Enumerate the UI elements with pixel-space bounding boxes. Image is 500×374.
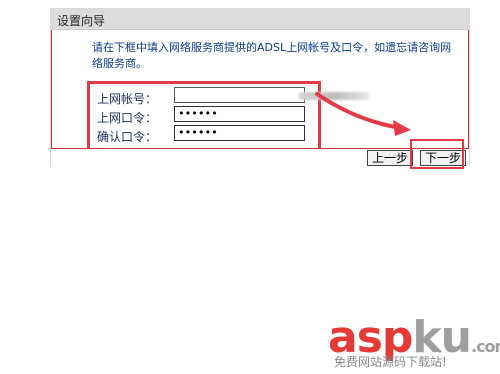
watermark-logo: aspku.com 免费网站源码下载站!: [328, 312, 500, 369]
confirm-password-label: 确认口令：: [97, 130, 158, 144]
password-input[interactable]: ••••••: [174, 106, 305, 122]
password-label: 上网口令：: [97, 111, 158, 125]
annotation-arrow-icon: [315, 92, 411, 136]
dialog-title: 设置向导: [57, 14, 106, 28]
button-bar: 上一步 下一步: [51, 148, 469, 166]
watermark-subtitle: 免费网站源码下载站!: [334, 355, 447, 369]
account-label: 上网帐号：: [97, 92, 158, 106]
confirm-password-value: ••••••: [178, 126, 218, 139]
setup-wizard-panel: 设置向导 请在下框中填入网络服务商提供的ADSL上网帐号及口令，如遗忘请咨询网络…: [50, 8, 470, 166]
instructions-text: 请在下框中填入网络服务商提供的ADSL上网帐号及口令，如遗忘请咨询网络服务商。: [92, 41, 452, 70]
dialog-titlebar: 设置向导: [51, 9, 469, 30]
watermark-brand-suffix: .com: [470, 337, 500, 356]
password-value: ••••••: [178, 107, 218, 120]
prev-button[interactable]: 上一步: [367, 150, 414, 166]
confirm-password-input[interactable]: ••••••: [174, 125, 305, 141]
next-button-highlight-box: [410, 139, 464, 169]
account-input[interactable]: [174, 87, 369, 103]
